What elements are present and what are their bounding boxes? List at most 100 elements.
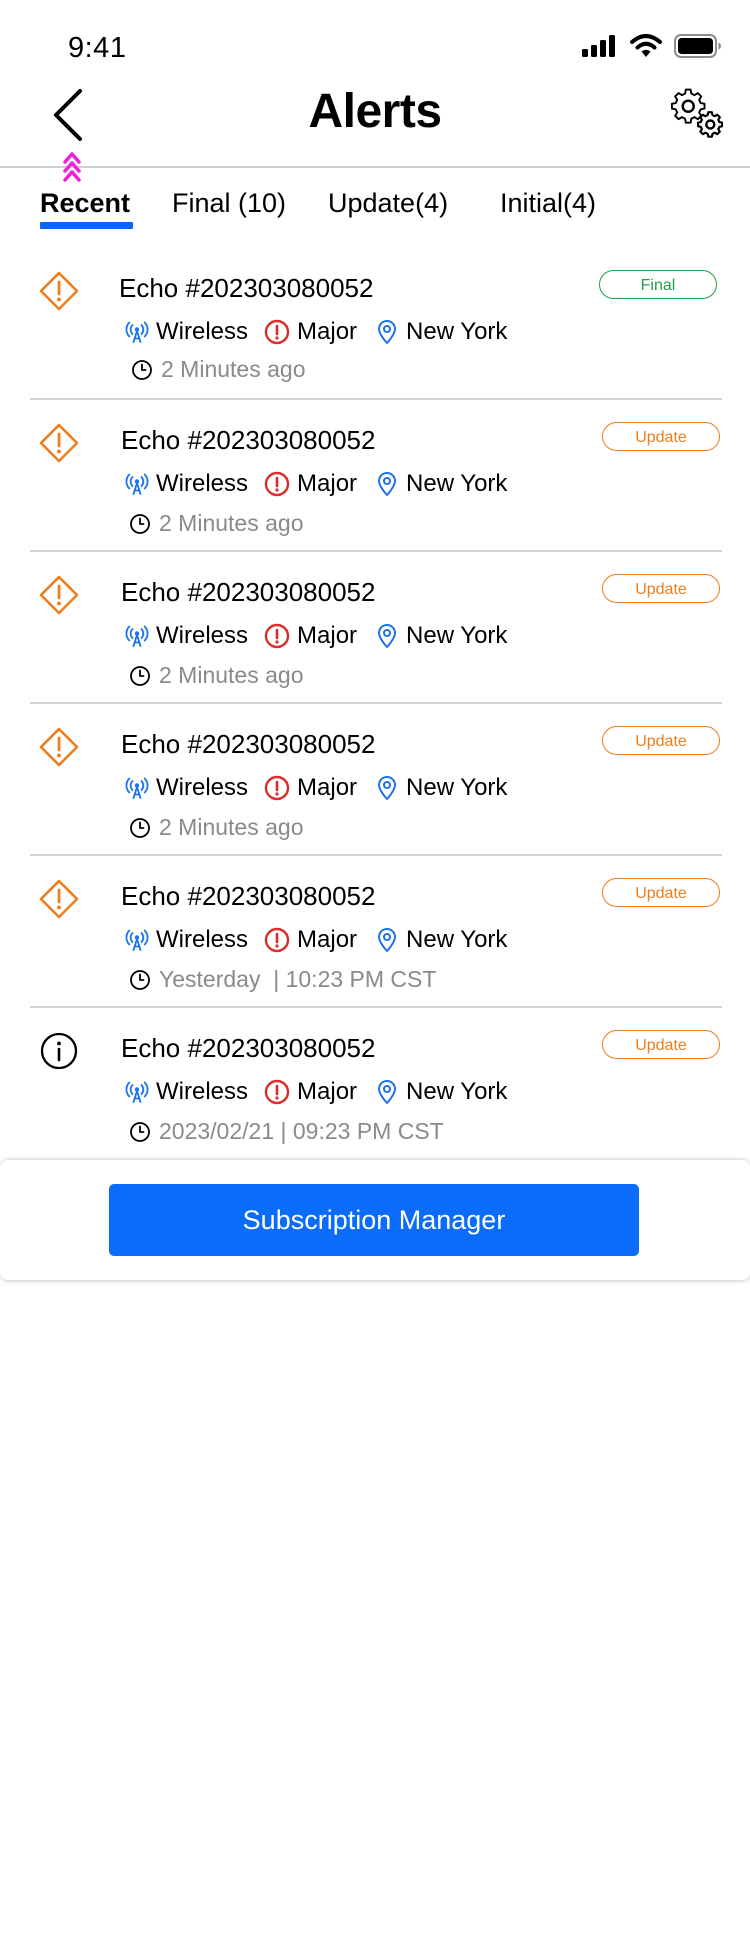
alert-title: Echo #202303080052 bbox=[119, 273, 374, 303]
status-badge[interactable]: Update bbox=[602, 878, 720, 907]
antenna-icon bbox=[125, 777, 149, 799]
alert-time-label: 2 Minutes ago bbox=[159, 510, 304, 536]
tab-update[interactable]: Update(4) bbox=[328, 188, 448, 219]
alert-time: 2023/02/21 | 09:23 PM CST bbox=[129, 1118, 444, 1145]
alert-severity-label: Major bbox=[297, 774, 358, 801]
alert-location: New York bbox=[375, 926, 507, 954]
alert-time: 2 Minutes ago bbox=[129, 510, 303, 537]
tabs: Recent Final (10) Update(4) Initial(4) bbox=[0, 188, 750, 232]
alert-location-label: New York bbox=[406, 774, 508, 801]
status-badge[interactable]: Update bbox=[602, 422, 720, 451]
alert-time: 2 Minutes ago bbox=[129, 662, 303, 689]
status-badge[interactable]: Update bbox=[602, 1030, 720, 1059]
clock-icon bbox=[130, 1121, 150, 1142]
alert-item[interactable]: Echo #202303080052 Update Wireless Major… bbox=[0, 552, 750, 704]
alert-item[interactable]: Echo #202303080052 Update Wireless Major… bbox=[0, 400, 750, 552]
tab-initial[interactable]: Initial(4) bbox=[500, 188, 596, 219]
status-bar: 9:41 bbox=[0, 0, 750, 80]
warning-diamond-icon bbox=[39, 575, 79, 615]
signal-icon bbox=[582, 35, 615, 57]
error-circle-icon bbox=[264, 623, 290, 649]
alert-meta: Wireless Major New York bbox=[125, 926, 507, 954]
location-pin-icon bbox=[378, 928, 397, 952]
alert-location: New York bbox=[375, 774, 507, 802]
gears-icon bbox=[670, 88, 724, 138]
alert-time: 2 Minutes ago bbox=[131, 356, 305, 383]
alert-item[interactable]: Echo #202303080052 Final Wireless Major … bbox=[0, 248, 750, 400]
alert-item[interactable]: Echo #202303080052 Update Wireless Major… bbox=[0, 856, 750, 1008]
settings-button[interactable] bbox=[670, 87, 724, 139]
alert-meta: Wireless Major New York bbox=[125, 774, 507, 802]
tab-recent[interactable]: Recent bbox=[40, 188, 130, 219]
subscription-manager-button[interactable]: Subscription Manager bbox=[109, 1184, 639, 1256]
status-icons bbox=[582, 34, 722, 58]
alert-location-label: New York bbox=[406, 318, 508, 345]
alert-location-label: New York bbox=[406, 926, 508, 953]
alert-item[interactable]: Echo #202303080052 Update Wireless Major… bbox=[0, 704, 750, 856]
alert-type-label: Wireless bbox=[156, 318, 249, 345]
clock-icon bbox=[130, 969, 150, 990]
alert-type: Wireless bbox=[125, 470, 248, 498]
location-pin-icon bbox=[378, 472, 397, 496]
status-badge[interactable]: Update bbox=[602, 574, 720, 603]
footer-panel: Subscription Manager bbox=[0, 1160, 750, 1280]
alert-severity-label: Major bbox=[297, 926, 358, 953]
alert-severity: Major bbox=[264, 470, 357, 498]
alert-severity: Major bbox=[264, 774, 357, 802]
alert-location-label: New York bbox=[406, 622, 508, 649]
alert-item[interactable]: Echo #202303080052 Update Wireless Major… bbox=[0, 1008, 750, 1160]
alert-time-label: Yesterday | 10:23 PM CST bbox=[159, 966, 437, 992]
antenna-icon bbox=[125, 625, 149, 647]
error-circle-icon bbox=[264, 319, 290, 345]
alert-location: New York bbox=[375, 622, 507, 650]
alert-severity-label: Major bbox=[297, 1078, 358, 1105]
alert-time: Yesterday | 10:23 PM CST bbox=[129, 966, 436, 993]
battery-icon bbox=[674, 34, 721, 58]
page-title: Alerts bbox=[308, 85, 442, 138]
alert-type: Wireless bbox=[125, 318, 248, 346]
alert-severity: Major bbox=[264, 622, 357, 650]
status-badge[interactable]: Final bbox=[599, 270, 717, 299]
alert-type-label: Wireless bbox=[156, 774, 249, 801]
location-pin-icon bbox=[378, 1080, 397, 1104]
alert-meta: Wireless Major New York bbox=[125, 1078, 507, 1106]
alert-time-label: 2023/02/21 | 09:23 PM CST bbox=[159, 1118, 444, 1144]
error-circle-icon bbox=[264, 471, 290, 497]
alert-location-label: New York bbox=[406, 1078, 508, 1105]
alert-type-label: Wireless bbox=[156, 470, 249, 497]
alert-severity: Major bbox=[264, 1078, 357, 1106]
alert-title: Echo #202303080052 bbox=[121, 577, 376, 607]
error-circle-icon bbox=[264, 1079, 290, 1105]
warning-diamond-icon bbox=[39, 727, 79, 767]
alert-meta: Wireless Major New York bbox=[125, 318, 507, 346]
alert-severity: Major bbox=[264, 926, 357, 954]
alert-type-label: Wireless bbox=[156, 926, 249, 953]
alert-severity: Major bbox=[264, 318, 357, 346]
alert-time-label: 2 Minutes ago bbox=[159, 662, 304, 688]
alert-title: Echo #202303080052 bbox=[121, 425, 376, 455]
location-pin-icon bbox=[378, 320, 397, 344]
location-pin-icon bbox=[378, 776, 397, 800]
alert-location: New York bbox=[375, 1078, 507, 1106]
alert-severity-label: Major bbox=[297, 318, 358, 345]
antenna-icon bbox=[125, 321, 149, 343]
alert-type-label: Wireless bbox=[156, 1078, 249, 1105]
alert-time-label: 2 Minutes ago bbox=[161, 356, 306, 382]
alert-meta: Wireless Major New York bbox=[125, 470, 507, 498]
alert-location-label: New York bbox=[406, 470, 508, 497]
error-circle-icon bbox=[264, 775, 290, 801]
warning-diamond-icon bbox=[39, 271, 79, 311]
double-chevron-up-icon bbox=[63, 152, 81, 182]
status-badge[interactable]: Update bbox=[602, 726, 720, 755]
antenna-icon bbox=[125, 1081, 149, 1103]
warning-diamond-icon bbox=[39, 423, 79, 463]
alert-type: Wireless bbox=[125, 622, 248, 650]
active-tab-indicator bbox=[40, 222, 133, 229]
clock-icon bbox=[130, 665, 150, 686]
alert-time: 2 Minutes ago bbox=[129, 814, 303, 841]
tab-final[interactable]: Final (10) bbox=[172, 188, 286, 219]
alert-title: Echo #202303080052 bbox=[121, 729, 376, 759]
warning-diamond-icon bbox=[39, 879, 79, 919]
header: Alerts bbox=[0, 80, 750, 168]
clock-icon bbox=[130, 513, 150, 534]
